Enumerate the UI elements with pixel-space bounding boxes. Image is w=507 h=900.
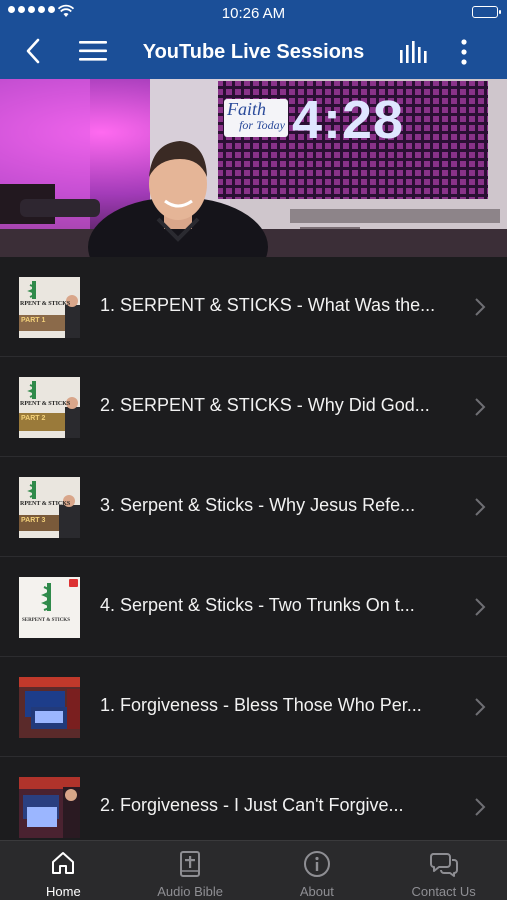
video-title: 4. Serpent & Sticks - Two Trunks On t... bbox=[100, 595, 415, 615]
video-thumbnail: RPENT & STICKS PART 3 bbox=[19, 477, 80, 538]
tab-label: Contact Us bbox=[411, 884, 476, 899]
equalizer-icon[interactable] bbox=[400, 41, 430, 63]
list-item[interactable]: 1. Forgiveness - Bless Those Who Per... bbox=[0, 657, 507, 757]
video-thumbnail: RPENT & STICKS PART 1 bbox=[19, 277, 80, 338]
video-thumbnail: SERPENT & STICKS bbox=[19, 577, 80, 638]
chevron-right-icon bbox=[475, 698, 486, 716]
tab-label: About bbox=[299, 884, 334, 899]
list-item[interactable]: 2. Forgiveness - I Just Can't Forgive... bbox=[0, 757, 507, 840]
chevron-right-icon bbox=[475, 598, 486, 616]
thumb-title: RPENT & STICKS bbox=[20, 501, 71, 507]
list-item[interactable]: SERPENT & STICKS 4. Serpent & Sticks - T… bbox=[0, 557, 507, 657]
chevron-right-icon bbox=[475, 298, 486, 316]
video-title: 1. Forgiveness - Bless Those Who Per... bbox=[100, 695, 422, 715]
page-title: YouTube Live Sessions bbox=[142, 41, 365, 63]
back-chevron-icon[interactable] bbox=[26, 38, 40, 64]
logo-line-2: for Today bbox=[239, 118, 285, 132]
status-bar: 10:26 AM bbox=[0, 0, 507, 26]
video-thumbnail: RPENT & STICKS PART 2 bbox=[19, 377, 80, 438]
list-item[interactable]: RPENT & STICKS PART 3 3. Serpent & Stick… bbox=[0, 457, 507, 557]
chevron-right-icon bbox=[475, 398, 486, 416]
tab-bar: Home Audio Bible About Contact Us bbox=[0, 840, 507, 900]
video-title: 2. SERPENT & STICKS - Why Did God... bbox=[100, 395, 430, 415]
more-options-icon[interactable] bbox=[460, 39, 468, 65]
tab-audio-bible[interactable]: Audio Bible bbox=[127, 841, 254, 900]
thumb-title: SERPENT & STICKS bbox=[22, 618, 70, 623]
home-icon bbox=[52, 852, 75, 874]
info-icon bbox=[303, 851, 330, 877]
hero-image: Faith for Today 4:28 bbox=[0, 79, 507, 257]
video-list: RPENT & STICKS PART 1 1. SERPENT & STICK… bbox=[0, 257, 507, 840]
video-title: 1. SERPENT & STICKS - What Was the... bbox=[100, 295, 436, 315]
hero-logo: Faith for Today bbox=[224, 99, 288, 137]
list-item[interactable]: RPENT & STICKS PART 1 1. SERPENT & STICK… bbox=[0, 257, 507, 357]
tab-contact-us[interactable]: Contact Us bbox=[380, 841, 507, 900]
video-thumbnail bbox=[19, 777, 80, 838]
thumb-title: RPENT & STICKS bbox=[20, 301, 71, 307]
chevron-right-icon bbox=[475, 498, 486, 516]
video-thumbnail bbox=[19, 677, 80, 738]
tab-label: Home bbox=[46, 884, 81, 899]
status-time: 10:26 AM bbox=[221, 5, 286, 22]
tab-home[interactable]: Home bbox=[0, 841, 127, 900]
logo-line-1: Faith bbox=[227, 99, 266, 119]
hamburger-menu-icon[interactable] bbox=[79, 40, 107, 62]
thumb-part: PART 2 bbox=[21, 415, 46, 422]
battery-icon bbox=[472, 6, 501, 18]
nav-bar: YouTube Live Sessions bbox=[0, 26, 507, 79]
tab-label: Audio Bible bbox=[157, 884, 224, 899]
chat-bubbles-icon bbox=[429, 853, 458, 877]
video-title: 2. Forgiveness - I Just Can't Forgive... bbox=[100, 795, 404, 815]
thumb-part: PART 1 bbox=[21, 317, 46, 324]
hero-counter: 4:28 bbox=[292, 90, 405, 150]
list-item[interactable]: RPENT & STICKS PART 2 2. SERPENT & STICK… bbox=[0, 357, 507, 457]
chevron-right-icon bbox=[475, 798, 486, 816]
tab-about[interactable]: About bbox=[254, 841, 381, 900]
video-title: 3. Serpent & Sticks - Why Jesus Refe... bbox=[100, 495, 416, 515]
thumb-part: PART 3 bbox=[21, 517, 46, 524]
bible-icon bbox=[180, 851, 201, 877]
thumb-title: RPENT & STICKS bbox=[20, 401, 71, 407]
